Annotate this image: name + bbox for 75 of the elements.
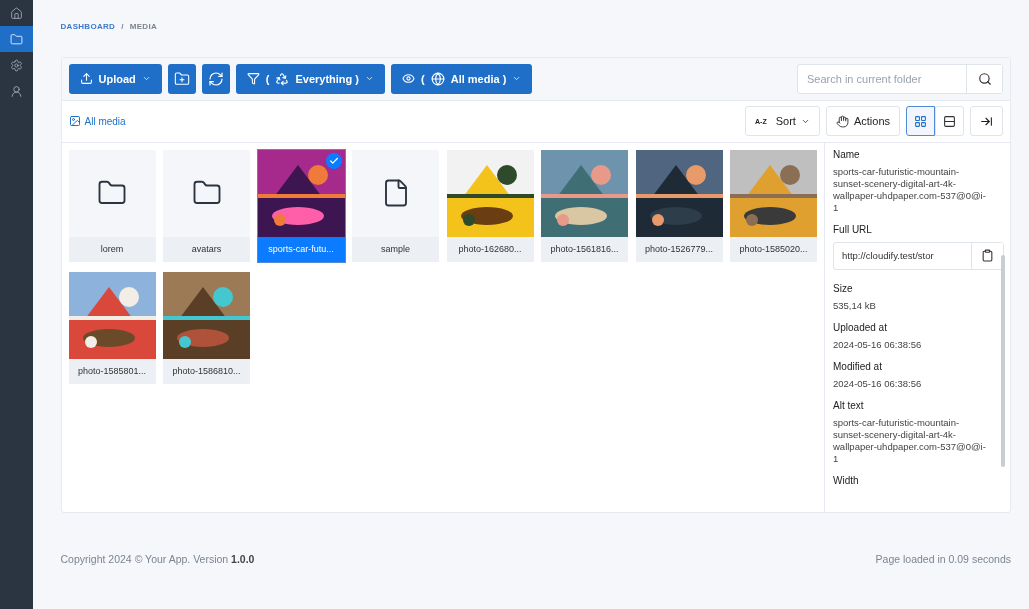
tile-label: photo-162680... bbox=[446, 236, 534, 262]
new-folder-button[interactable] bbox=[167, 63, 196, 94]
detail-label: Size bbox=[833, 281, 854, 296]
detail-label: Width bbox=[833, 473, 860, 488]
eye-icon bbox=[402, 72, 416, 86]
tile-label: sample bbox=[352, 236, 439, 262]
media-tile[interactable]: photo-1586810... bbox=[163, 271, 250, 384]
clipboard-icon bbox=[981, 249, 994, 263]
media-tile[interactable]: photo-1585801... bbox=[68, 271, 156, 384]
detail-value: sports-car-futuristic-mountain-sunset-scenery-digital-art-4k-wallpaper-uhdpaper.com-537@0@i-1 bbox=[833, 416, 987, 465]
refresh-icon bbox=[207, 70, 224, 87]
breadcrumb-text: / bbox=[121, 21, 124, 31]
upload-icon bbox=[79, 72, 93, 86]
search-field[interactable]: Search in current folder bbox=[797, 63, 1003, 94]
search-button[interactable] bbox=[966, 64, 1002, 93]
media-tile[interactable]: photo-162680... bbox=[446, 149, 534, 262]
settings-icon bbox=[9, 58, 23, 72]
load-time-text: Page loaded in 0.09 seconds bbox=[875, 553, 1011, 566]
user-icon bbox=[9, 84, 23, 98]
detail-label: Uploaded at bbox=[833, 320, 888, 335]
url-field[interactable]: http://cloudify.test/stor bbox=[833, 241, 1004, 270]
tile-label: lorem bbox=[68, 236, 156, 262]
filter-button[interactable]: ( Everything ) bbox=[235, 63, 386, 94]
paren-text: ( bbox=[421, 72, 425, 85]
search-input[interactable]: Search in current folder bbox=[798, 64, 966, 93]
breadcrumb-link[interactable]: DASHBOARD bbox=[60, 21, 116, 31]
toggle-panel-button[interactable] bbox=[970, 106, 1003, 137]
media-tile[interactable]: sample bbox=[352, 149, 439, 262]
hand-icon bbox=[835, 114, 849, 128]
rows-icon bbox=[943, 114, 956, 128]
scrollbar[interactable] bbox=[1001, 254, 1005, 467]
detail-value: sports-car-futuristic-mountain-sunset-scenery-digital-art-4k-wallpaper-uhdpaper.com-537@0@i-1 bbox=[833, 165, 987, 214]
actions-button[interactable]: Actions bbox=[825, 106, 900, 137]
filter-icon bbox=[246, 72, 260, 86]
tile-label: photo-1526779... bbox=[635, 236, 723, 262]
all-media-link[interactable]: All media bbox=[68, 115, 126, 128]
globe-icon bbox=[430, 71, 445, 86]
image-icon bbox=[68, 115, 81, 128]
detail-value: 2024-05-16 06:38:56 bbox=[833, 377, 923, 390]
copyright-text: Copyright 2024 © Your App. Version 1.0.0 bbox=[60, 553, 255, 566]
tile-label: photo-1586810... bbox=[163, 358, 250, 384]
copy-button[interactable] bbox=[971, 242, 1003, 269]
detail-label: Modified at bbox=[833, 359, 883, 374]
home-icon bbox=[9, 6, 23, 20]
tile-label: photo-1585020... bbox=[730, 236, 817, 262]
visibility-button[interactable]: ( All media ) bbox=[391, 63, 533, 94]
media-tile[interactable]: photo-1561816... bbox=[541, 149, 628, 262]
list-view-button[interactable] bbox=[935, 106, 964, 137]
detail-label: Alt text bbox=[833, 398, 865, 413]
media-tile[interactable]: avatars bbox=[163, 149, 250, 262]
media-tile[interactable]: sports-car-futu... bbox=[257, 149, 345, 262]
media-tile[interactable]: lorem bbox=[68, 149, 156, 262]
upload-button[interactable]: Upload bbox=[68, 63, 162, 94]
grid-view-button[interactable] bbox=[906, 106, 935, 137]
arrow-to-line-icon bbox=[980, 114, 993, 128]
recycle-icon bbox=[275, 71, 290, 86]
tile-label: photo-1585801... bbox=[68, 358, 156, 384]
folder-icon bbox=[9, 32, 23, 46]
url-input[interactable]: http://cloudify.test/stor bbox=[834, 242, 971, 269]
detail-label: Name bbox=[833, 147, 861, 162]
paren-text: ( bbox=[265, 72, 270, 85]
media-tile[interactable]: photo-1585020... bbox=[730, 149, 817, 262]
detail-label: Full URL bbox=[833, 222, 873, 237]
tile-label: photo-1561816... bbox=[541, 236, 628, 262]
grid-icon bbox=[914, 114, 927, 128]
sidebar-item[interactable] bbox=[0, 26, 33, 52]
detail-value: 2024-05-16 06:38:56 bbox=[833, 338, 923, 351]
detail-value: 535,14 kB bbox=[833, 299, 877, 312]
tile-label: sports-car-futu... bbox=[257, 236, 345, 262]
refresh-button[interactable] bbox=[201, 63, 230, 94]
breadcrumb-text: MEDIA bbox=[129, 21, 157, 31]
media-tile[interactable]: photo-1526779... bbox=[635, 149, 723, 262]
search-icon bbox=[977, 71, 992, 86]
folder-plus-icon bbox=[173, 70, 190, 87]
tile-label: avatars bbox=[163, 236, 250, 262]
